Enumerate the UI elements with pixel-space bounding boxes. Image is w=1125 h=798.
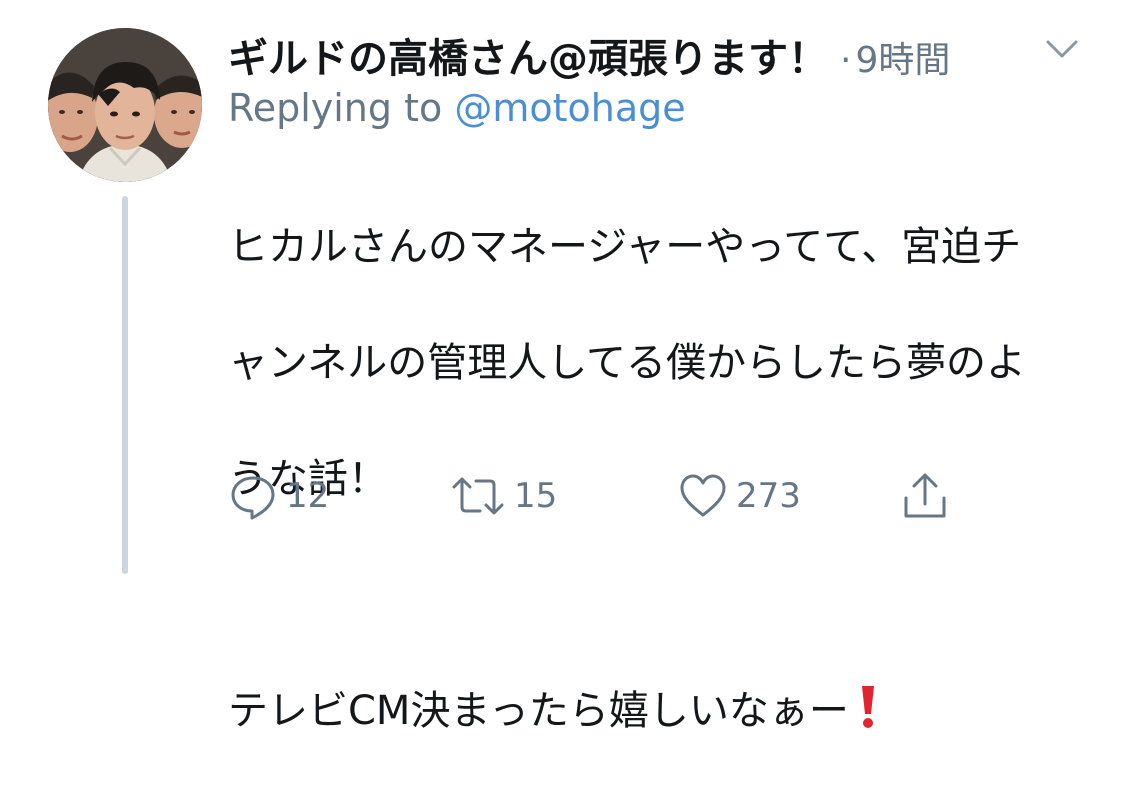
tweet-body-line-last: テレビCM決まったら嬉しいなぁー (228, 682, 1108, 740)
tweet-body-blank-line (228, 566, 1108, 624)
like-button[interactable]: 273 (678, 468, 801, 524)
share-upload-icon (900, 470, 950, 522)
separator-dot: · (840, 40, 852, 81)
replying-to: Replying to @motohage (228, 86, 686, 130)
heart-icon (678, 471, 728, 521)
chevron-down-icon[interactable] (1040, 34, 1084, 64)
timestamp[interactable]: 9時間 (855, 31, 950, 83)
reply-count: 12 (286, 476, 330, 516)
replying-prefix: Replying to (228, 86, 443, 130)
share-button[interactable] (900, 468, 950, 524)
avatar[interactable] (48, 28, 202, 182)
tweet-header: ギルドの高橋さん@頑張ります！ · 9時間 (228, 26, 950, 82)
speech-bubble-icon (228, 471, 278, 521)
tweet-actions: 12 15 273 (228, 468, 968, 528)
retweet-button[interactable]: 15 (450, 468, 557, 524)
like-count: 273 (736, 476, 801, 516)
retweet-arrows-icon (450, 471, 506, 521)
tweet-body-line: ャンネルの管理人してる僕からしたら夢のよ (228, 340, 1026, 386)
reply-button[interactable]: 12 (228, 468, 329, 524)
thread-line (122, 196, 128, 574)
red-exclamation-emoji (859, 684, 877, 730)
tweet-body-line: ヒカルさんのマネージャーやってて、宮迫チ (228, 224, 1022, 270)
retweet-count: 15 (514, 476, 558, 516)
display-name[interactable]: ギルドの高橋さん@頑張ります！ (228, 26, 828, 84)
replying-handle-link[interactable]: @motohage (454, 86, 685, 130)
tweet-body-line: テレビCM決まったら嬉しいなぁー (228, 688, 849, 734)
